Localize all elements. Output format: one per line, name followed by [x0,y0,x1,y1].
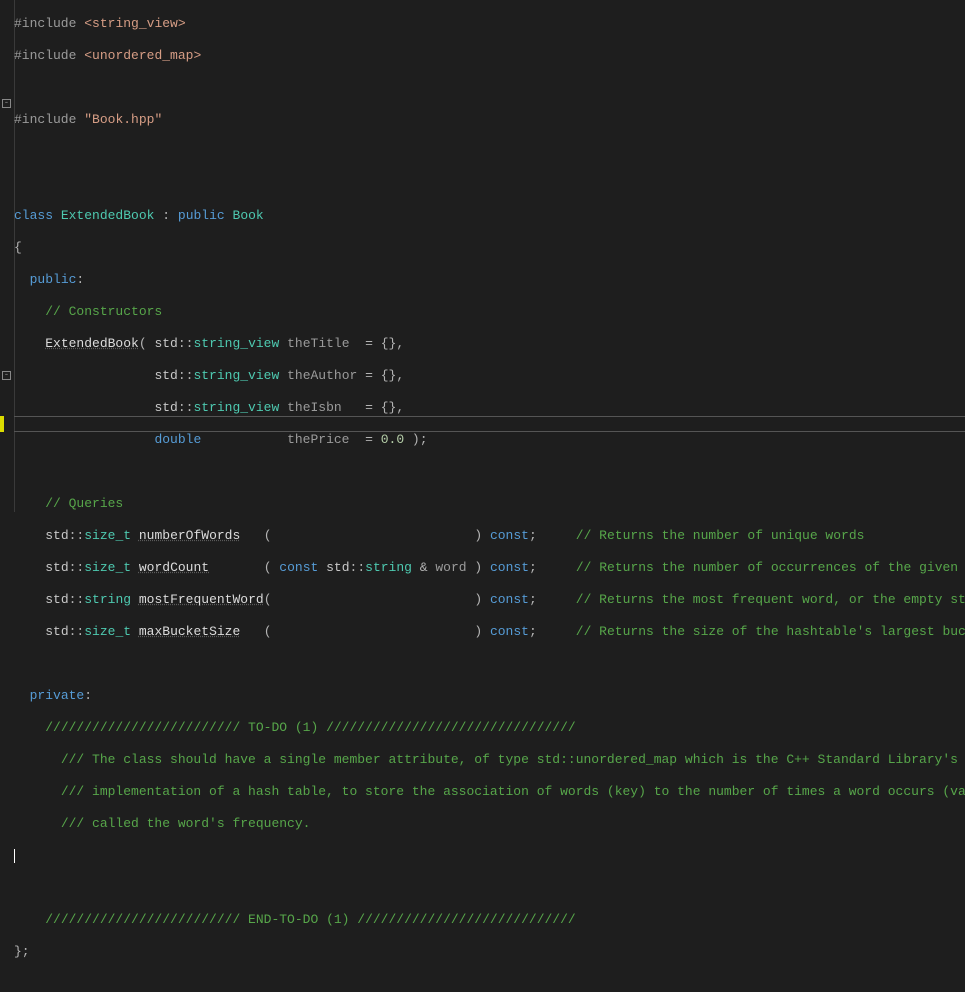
comment: // Returns the number of occurrences of … [576,560,965,575]
code-line[interactable]: { [14,240,965,256]
fn-name: wordCount [139,560,209,575]
code-line[interactable]: ///////////////////////// TO-DO (1) ////… [14,720,965,736]
kw-const: const [490,624,529,639]
ns: std [45,592,68,607]
ctor-name: ExtendedBook [45,336,139,351]
code-line[interactable]: /// The class should have a single membe… [14,752,965,768]
code-line[interactable]: /// called the word's frequency. [14,816,965,832]
type: string [84,592,131,607]
type: string_view [193,336,279,351]
ns: std [154,400,177,415]
ns: std [154,368,177,383]
ns: std [45,624,68,639]
comment: // Constructors [45,304,162,319]
text-caret [14,849,15,863]
code-line[interactable]: std::size_t numberOfWords ( ) const; // … [14,528,965,544]
kw-double: double [154,432,201,447]
number: 0.0 [381,432,404,447]
code-line[interactable]: std::string_view theIsbn = {}, [14,400,965,416]
code-line[interactable]: std::string mostFrequentWord( ) const; /… [14,592,965,608]
code-line[interactable]: #include "Book.hpp" [14,112,965,128]
class-name: ExtendedBook [61,208,155,223]
include-target: <unordered_map> [84,48,201,63]
fn-name: maxBucketSize [139,624,240,639]
code-line[interactable] [14,656,965,672]
kw-class: class [14,208,53,223]
code-line[interactable]: std::string_view theAuthor = {}, [14,368,965,384]
ns: std [154,336,177,351]
code-line[interactable]: #include <unordered_map> [14,48,965,64]
type: size_t [84,624,131,639]
fold-toggle-class[interactable]: - [2,99,11,108]
comment: /// The class should have a single membe… [61,752,958,767]
param: theIsbn [287,400,342,415]
preproc: #include [14,16,76,31]
code-line[interactable]: }; [14,944,965,960]
comment: // Returns the most frequent word, or th… [576,592,965,607]
ns: std [45,528,68,543]
comment: // Queries [45,496,123,511]
base-class: Book [233,208,264,223]
type: size_t [84,560,131,575]
code-line[interactable] [14,144,965,160]
code-line[interactable] [14,880,965,896]
type: string [365,560,412,575]
ns: std [326,560,349,575]
code-line[interactable]: class ExtendedBook : public Book [14,208,965,224]
preproc: #include [14,48,76,63]
fold-toggle-todo[interactable]: - [2,371,11,380]
code-line[interactable] [14,176,965,192]
code-line[interactable]: private: [14,688,965,704]
code-line[interactable]: public: [14,272,965,288]
code-line[interactable] [14,848,965,864]
code-line[interactable]: // Constructors [14,304,965,320]
comment: ///////////////////////// END-TO-DO (1) … [45,912,576,927]
comment: /// implementation of a hash table, to s… [61,784,965,799]
include-target: <string_view> [84,16,185,31]
kw-private: private [30,688,85,703]
code-area[interactable]: #include <string_view> #include <unorder… [14,0,965,512]
type: string_view [193,368,279,383]
kw-public: public [30,272,77,287]
type: string_view [193,400,279,415]
fn-name: mostFrequentWord [139,592,264,607]
ns: std [45,560,68,575]
code-line[interactable]: std::size_t maxBucketSize ( ) const; // … [14,624,965,640]
code-line[interactable]: #include <string_view> [14,16,965,32]
comment: /// called the word's frequency. [61,816,311,831]
kw-public: public [178,208,225,223]
kw-const: const [490,560,529,575]
kw-const: const [279,560,318,575]
kw-const: const [490,528,529,543]
param: theTitle [287,336,349,351]
comment: // Returns the number of unique words [576,528,865,543]
param: word [435,560,466,575]
code-editor[interactable]: - - #include <string_view> #include <uno… [0,0,965,512]
code-line[interactable]: ExtendedBook( std::string_view theTitle … [14,336,965,352]
include-target: "Book.hpp" [84,112,162,127]
kw-const: const [490,592,529,607]
comment: // Returns the size of the hashtable's l… [576,624,965,639]
param: thePrice [287,432,349,447]
code-line[interactable] [14,464,965,480]
gutter: - - [0,0,14,512]
preproc: #include [14,112,76,127]
code-line[interactable] [14,80,965,96]
code-line[interactable]: std::size_t wordCount ( const std::strin… [14,560,965,576]
change-marker [0,416,4,432]
fn-name: numberOfWords [139,528,240,543]
type: size_t [84,528,131,543]
code-line[interactable]: double thePrice = 0.0 ); [14,432,965,448]
code-line[interactable]: ///////////////////////// END-TO-DO (1) … [14,912,965,928]
param: theAuthor [287,368,357,383]
code-line[interactable]: // Queries [14,496,965,512]
code-line[interactable]: /// implementation of a hash table, to s… [14,784,965,800]
comment: ///////////////////////// TO-DO (1) ////… [45,720,576,735]
